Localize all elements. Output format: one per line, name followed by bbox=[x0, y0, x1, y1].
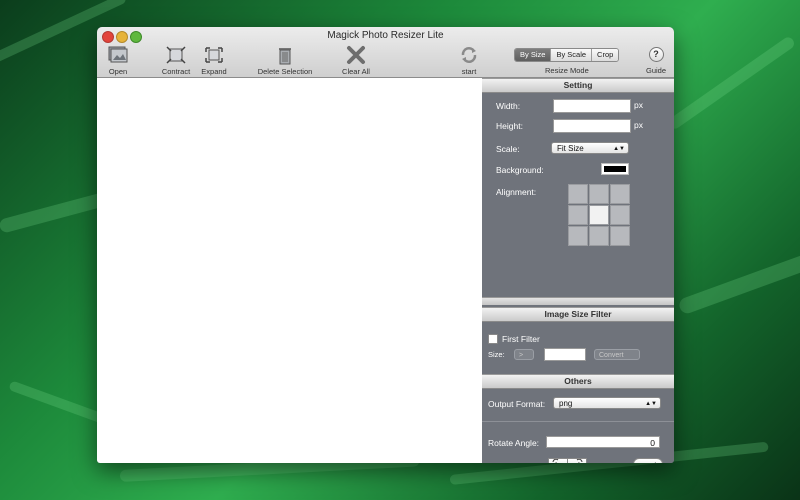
window-title: Magick Photo Resizer Lite bbox=[327, 30, 444, 41]
resize-mode-label: Resize Mode bbox=[545, 66, 589, 75]
background-color-swatch bbox=[604, 166, 626, 172]
first-filter-checkbox[interactable] bbox=[488, 334, 498, 344]
alignment-label: Alignment: bbox=[496, 187, 537, 197]
delete-selection-label: Delete Selection bbox=[257, 67, 313, 76]
reset-button[interactable]: reset bbox=[633, 458, 663, 463]
updown-arrows-icon: ▲▼ bbox=[645, 401, 657, 407]
alignment-grid bbox=[568, 184, 630, 246]
height-input[interactable] bbox=[553, 119, 631, 133]
height-label: Height: bbox=[496, 121, 523, 131]
align-bottom-right[interactable] bbox=[610, 226, 630, 246]
start-button[interactable]: start bbox=[456, 45, 482, 76]
open-image-icon bbox=[108, 46, 128, 63]
rotate-right-button[interactable] bbox=[567, 458, 587, 463]
updown-arrows-icon: ▲▼ bbox=[613, 146, 625, 152]
rotate-angle-input[interactable]: 0 bbox=[546, 436, 660, 448]
expand-button[interactable]: Expand bbox=[199, 45, 229, 76]
open-button[interactable]: Open bbox=[105, 45, 131, 76]
segment-by-scale[interactable]: By Scale bbox=[551, 49, 593, 61]
align-bottom-center[interactable] bbox=[589, 226, 609, 246]
section-divider bbox=[482, 421, 674, 422]
rotate-left-button[interactable] bbox=[548, 458, 568, 463]
clear-all-button[interactable]: Clear All bbox=[340, 45, 372, 76]
align-top-center[interactable] bbox=[589, 184, 609, 204]
scale-select[interactable]: Fit Size ▲▼ bbox=[551, 142, 629, 154]
align-top-right[interactable] bbox=[610, 184, 630, 204]
expand-icon bbox=[205, 47, 223, 63]
delete-selection-button[interactable]: Delete Selection bbox=[255, 45, 315, 76]
clear-x-icon bbox=[347, 46, 365, 64]
width-unit: px bbox=[634, 100, 643, 110]
rotate-left-icon bbox=[552, 458, 561, 463]
scale-select-value: Fit Size bbox=[557, 144, 584, 153]
resize-mode-segmented-control: By Size By Scale Crop bbox=[514, 48, 620, 62]
rotate-right-icon bbox=[574, 458, 583, 463]
image-size-filter-header: Image Size Filter bbox=[482, 307, 674, 322]
align-top-left[interactable] bbox=[568, 184, 588, 204]
contract-button[interactable]: Contract bbox=[160, 45, 192, 76]
help-icon: ? bbox=[648, 47, 664, 62]
convert-select[interactable]: Convert bbox=[594, 349, 640, 360]
segment-by-size[interactable]: By Size bbox=[515, 49, 552, 61]
align-center[interactable] bbox=[589, 205, 609, 225]
segment-crop[interactable]: Crop bbox=[592, 49, 619, 61]
align-bottom-left[interactable] bbox=[568, 226, 588, 246]
setting-header: Setting bbox=[482, 78, 674, 93]
comparator-value: > bbox=[519, 352, 524, 359]
image-drop-area[interactable] bbox=[97, 78, 483, 463]
align-middle-left[interactable] bbox=[568, 205, 588, 225]
width-input[interactable] bbox=[553, 99, 631, 113]
align-middle-right[interactable] bbox=[610, 205, 630, 225]
refresh-icon bbox=[461, 47, 477, 63]
filter-size-input[interactable] bbox=[544, 348, 586, 361]
contract-icon bbox=[166, 46, 186, 64]
clear-all-label: Clear All bbox=[342, 67, 370, 76]
width-label: Width: bbox=[496, 101, 521, 111]
convert-value: Convert bbox=[599, 352, 624, 359]
output-format-value: png bbox=[559, 399, 573, 408]
guide-button[interactable]: ? Guide bbox=[646, 47, 666, 75]
title-toolbar: Magick Photo Resizer Lite Open Contract bbox=[97, 27, 674, 78]
comparator-select[interactable]: > bbox=[514, 349, 534, 360]
output-format-select[interactable]: png ▲▼ bbox=[553, 397, 661, 409]
panel-splitter[interactable] bbox=[482, 297, 674, 305]
grass-blade bbox=[677, 252, 800, 316]
output-format-label: Output Format: bbox=[488, 399, 546, 409]
background-color-well[interactable] bbox=[601, 163, 629, 175]
settings-panel: Setting Width: px Height: px Scale: Fit … bbox=[482, 78, 674, 463]
guide-label: Guide bbox=[646, 66, 667, 75]
size-label: Size: bbox=[488, 350, 505, 359]
others-header: Others bbox=[482, 374, 674, 389]
background-label: Background: bbox=[496, 165, 544, 175]
start-label: start bbox=[461, 67, 477, 76]
app-window: Magick Photo Resizer Lite Open Contract bbox=[97, 27, 674, 463]
open-label: Open bbox=[108, 67, 128, 76]
height-unit: px bbox=[634, 120, 643, 130]
grass-blade bbox=[666, 35, 797, 131]
expand-label: Expand bbox=[201, 67, 227, 76]
scale-label: Scale: bbox=[496, 144, 520, 154]
first-filter-label: First Filter bbox=[502, 334, 540, 344]
trash-icon bbox=[279, 48, 291, 65]
rotate-angle-label: Rotate Angle: bbox=[488, 438, 540, 448]
contract-label: Contract bbox=[161, 67, 191, 76]
